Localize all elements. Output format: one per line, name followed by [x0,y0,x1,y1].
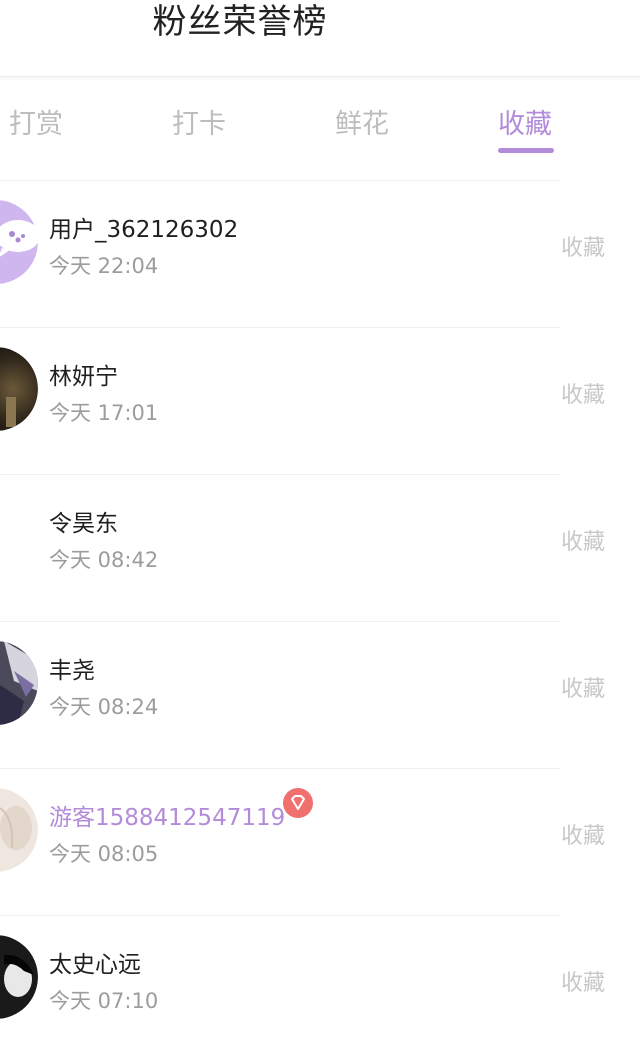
page-title: 粉丝荣誉榜 [152,2,328,42]
timestamp: 今天 08:42 [49,548,159,572]
user-name: 太史心远 [49,952,141,978]
favorite-action-label: 收藏 [561,236,606,261]
timestamp: 今天 22:04 [49,254,159,278]
list-item[interactable]: 丰尧 今天 08:24 收藏 [0,621,640,768]
avatar[interactable] [0,494,38,578]
fan-list: 用户_362126302 今天 22:04 收藏 林妍宁 今天 17:01 收藏… [0,180,640,1054]
avatar[interactable] [0,641,38,725]
favorite-action-label: 收藏 [561,530,606,555]
timestamp: 今天 17:01 [49,401,159,425]
timestamp: 今天 08:24 [49,695,159,719]
list-item[interactable]: 游客1588412547119 今天 08:05 收藏 [0,768,640,915]
tab-tips[interactable]: 打赏 [9,102,63,141]
list-item[interactable]: 用户_362126302 今天 22:04 收藏 [0,180,640,327]
avatar[interactable] [0,788,38,872]
avatar[interactable] [0,935,38,1019]
user-name: 林妍宁 [49,364,118,390]
chat-bubble-avatar-icon[interactable] [0,200,38,284]
user-name: 丰尧 [49,658,95,684]
favorite-action-label: 收藏 [561,824,606,849]
tab-checkin[interactable]: 打卡 [172,102,226,141]
gem-icon [283,788,313,818]
favorite-action-label: 收藏 [561,677,606,702]
header: 粉丝荣誉榜 [0,0,640,77]
list-item[interactable]: 太史心远 今天 07:10 收藏 [0,915,640,1054]
favorite-action-label: 收藏 [561,971,606,996]
active-tab-indicator [498,148,554,153]
list-item[interactable]: 林妍宁 今天 17:01 收藏 [0,327,640,474]
user-name: 令昊东 [49,511,118,537]
avatar[interactable] [0,347,38,431]
user-name: 游客1588412547119 [49,805,286,831]
list-item[interactable]: 令昊东 今天 08:42 收藏 [0,474,640,621]
favorite-action-label: 收藏 [561,383,606,408]
user-name: 用户_362126302 [49,217,239,243]
tab-favorites[interactable]: 收藏 [498,102,552,141]
tab-bar: 打赏 打卡 鲜花 收藏 [0,96,640,160]
timestamp: 今天 07:10 [49,989,159,1013]
timestamp: 今天 08:05 [49,842,159,866]
fan-honor-page: { "header": { "title": "粉丝荣誉榜" }, "tabs"… [0,0,640,1054]
tab-flowers[interactable]: 鲜花 [335,102,389,141]
